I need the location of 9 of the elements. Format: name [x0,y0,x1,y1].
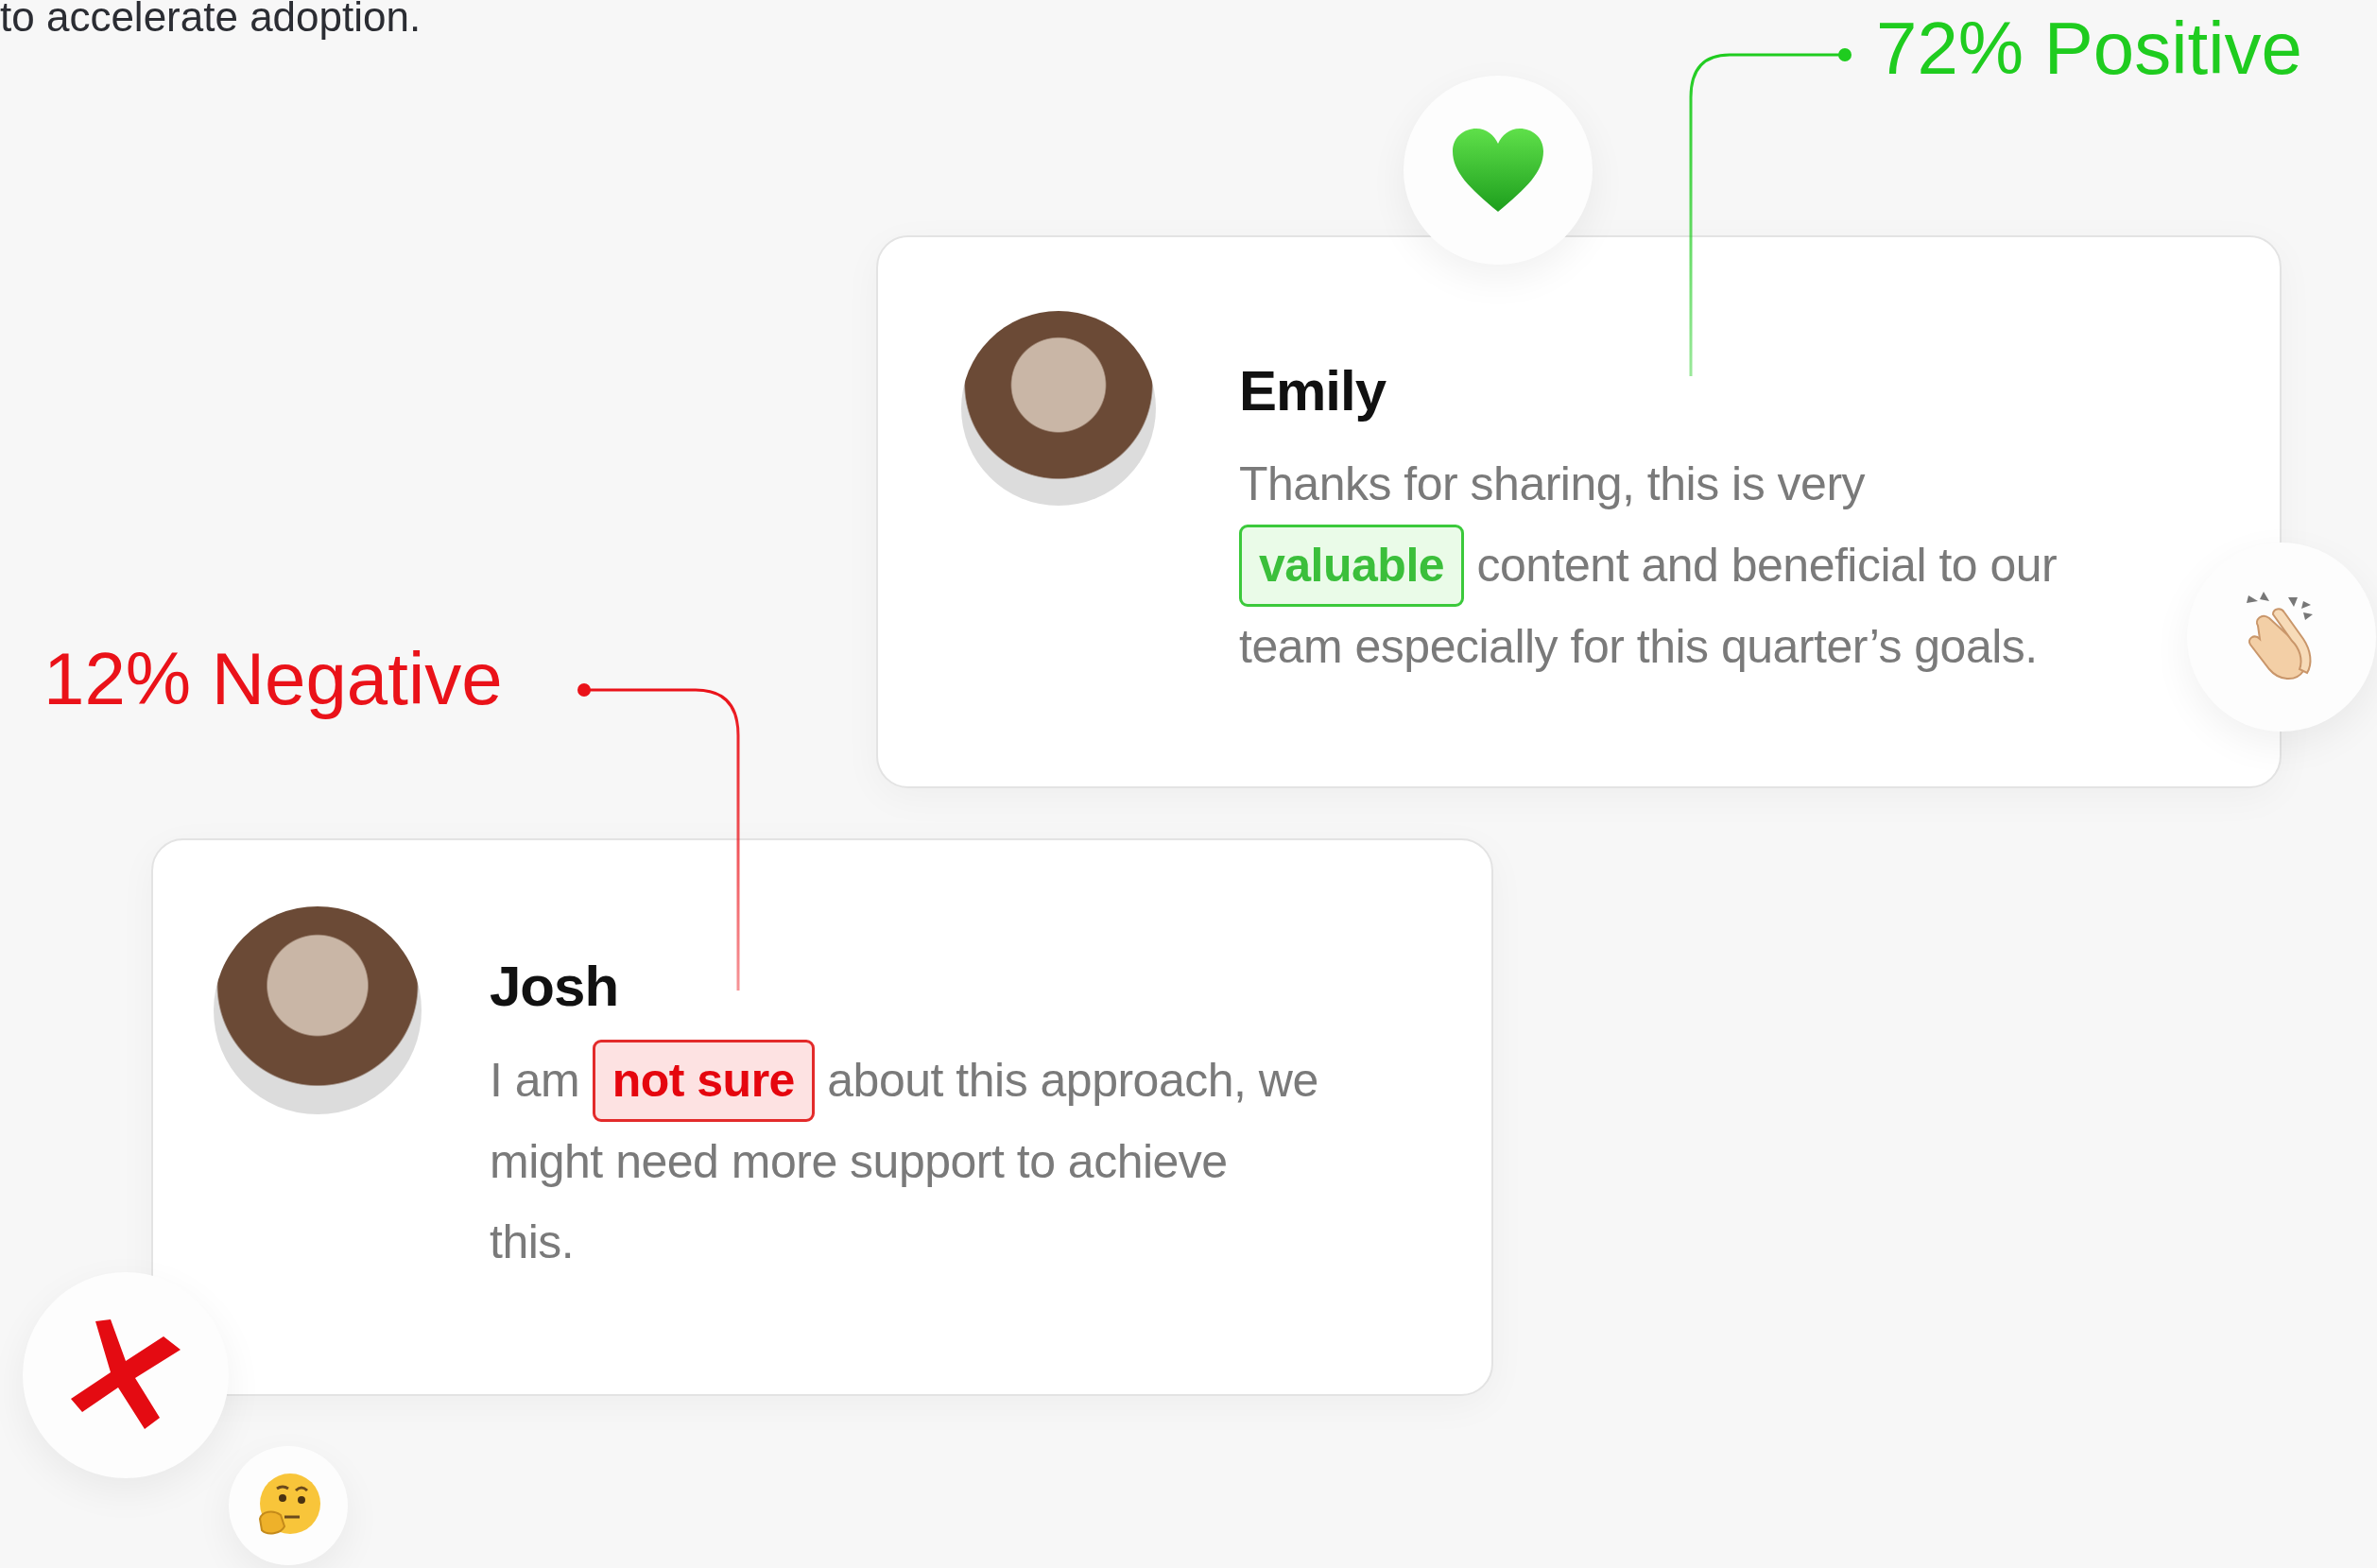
sentiment-label: 72% Positive [1876,6,2302,92]
comment-text: I am not sure about this approach, we might need more support to achieve this. [490,1040,1321,1283]
intro-text: to accelerate adoption. [0,0,422,41]
cross-mark-icon [69,1319,182,1431]
commenter-name: Josh [490,954,620,1019]
sentiment-label: 12% Negative [43,636,503,722]
heart-icon [1451,127,1545,214]
commenter-name: Emily [1239,358,1387,423]
comment-text: Thanks for sharing, this is very valuable content and beneficial to our team especially for this quarter’s goals. [1239,457,2058,675]
